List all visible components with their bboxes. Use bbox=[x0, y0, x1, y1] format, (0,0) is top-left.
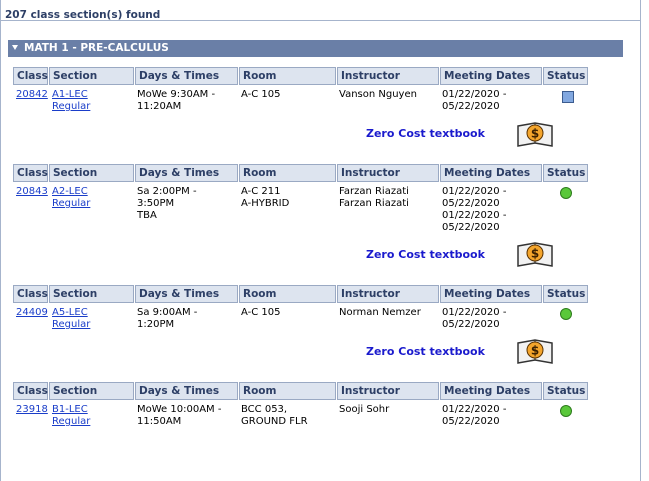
meeting-dates: 01/22/2020 - bbox=[442, 404, 507, 415]
section-header-row: Class Section Days & Times Room Instruct… bbox=[13, 67, 588, 85]
class-section-2: Class Section Days & Times Room Instruct… bbox=[13, 164, 588, 274]
section-header-row: Class Section Days & Times Room Instruct… bbox=[13, 164, 588, 182]
meeting-dates: 05/22/2020 bbox=[442, 101, 500, 112]
days-times: MoWe 10:00AM - bbox=[137, 404, 222, 415]
instructor: Sooji Sohr bbox=[339, 404, 390, 415]
class-number-link[interactable]: 20842 bbox=[16, 89, 48, 101]
class-number-link[interactable]: 23918 bbox=[16, 404, 48, 416]
days-times: 3:50PM bbox=[137, 198, 175, 209]
meeting-dates: 05/22/2020 bbox=[442, 416, 500, 427]
meeting-dates: 05/22/2020 bbox=[442, 319, 500, 330]
header-class: Class bbox=[13, 382, 48, 400]
header-meeting-dates: Meeting Dates bbox=[440, 164, 542, 182]
header-days-times: Days & Times bbox=[135, 67, 238, 85]
header-room: Room bbox=[239, 382, 336, 400]
header-days-times: Days & Times bbox=[135, 164, 238, 182]
instructor: Farzan Riazati bbox=[339, 186, 409, 197]
header-section: Section bbox=[49, 67, 134, 85]
days-times: MoWe 9:30AM - bbox=[137, 89, 216, 100]
section-header-row: Class Section Days & Times Room Instruct… bbox=[13, 285, 588, 303]
room: BCC 053, bbox=[241, 404, 288, 415]
meeting-dates: 01/22/2020 - bbox=[442, 89, 507, 100]
section-type-link[interactable]: Regular bbox=[52, 101, 90, 113]
header-class: Class bbox=[13, 164, 48, 182]
section-header-row: Class Section Days & Times Room Instruct… bbox=[13, 382, 588, 400]
header-room: Room bbox=[239, 67, 336, 85]
days-times: 11:50AM bbox=[137, 416, 182, 427]
svg-text:$: $ bbox=[531, 127, 539, 141]
days-times: Sa 9:00AM - bbox=[137, 307, 198, 318]
header-instructor: Instructor bbox=[337, 164, 439, 182]
status-open-icon bbox=[560, 405, 572, 417]
instructor: Farzan Riazati bbox=[339, 198, 409, 209]
class-section-4: Class Section Days & Times Room Instruct… bbox=[13, 382, 588, 442]
status-open-icon bbox=[560, 308, 572, 320]
header-days-times: Days & Times bbox=[135, 382, 238, 400]
header-section: Section bbox=[49, 382, 134, 400]
zero-cost-label: Zero Cost textbook bbox=[366, 345, 485, 358]
class-number-link[interactable]: 20843 bbox=[16, 186, 48, 198]
room: GROUND FLR bbox=[241, 416, 308, 427]
section-type-link[interactable]: Regular bbox=[52, 416, 90, 428]
meeting-dates: 01/22/2020 - bbox=[442, 186, 507, 197]
days-times: TBA bbox=[137, 210, 157, 221]
days-times: 1:20PM bbox=[137, 319, 175, 330]
room: A-HYBRID bbox=[241, 198, 290, 209]
section-link[interactable]: B1-LEC bbox=[52, 404, 88, 416]
room: A-C 105 bbox=[241, 307, 281, 318]
meeting-dates: 01/22/2020 - bbox=[442, 307, 507, 318]
header-section: Section bbox=[49, 285, 134, 303]
section-type-link[interactable]: Regular bbox=[52, 198, 90, 210]
section-link[interactable]: A5-LEC bbox=[52, 307, 88, 319]
header-meeting-dates: Meeting Dates bbox=[440, 285, 542, 303]
room: A-C 105 bbox=[241, 89, 281, 100]
header-meeting-dates: Meeting Dates bbox=[440, 67, 542, 85]
zero-cost-textbook-icon: $ bbox=[517, 242, 553, 267]
zero-cost-textbook-icon: $ bbox=[517, 122, 553, 147]
course-title-bar[interactable]: MATH 1 - PRE-CALCULUS bbox=[8, 40, 623, 57]
zero-cost-label: Zero Cost textbook bbox=[366, 127, 485, 140]
meeting-dates: 01/22/2020 - bbox=[442, 210, 507, 221]
zero-cost-label: Zero Cost textbook bbox=[366, 248, 485, 261]
meeting-dates: 05/22/2020 bbox=[442, 198, 500, 209]
results-count: 207 class section(s) found bbox=[5, 9, 161, 21]
header-status: Status bbox=[543, 285, 588, 303]
meeting-dates: 05/22/2020 bbox=[442, 222, 500, 233]
collapse-triangle-icon[interactable] bbox=[12, 44, 18, 50]
status-open-icon bbox=[560, 187, 572, 199]
days-times: Sa 2:00PM - bbox=[137, 186, 197, 197]
header-instructor: Instructor bbox=[337, 285, 439, 303]
header-class: Class bbox=[13, 67, 48, 85]
zero-cost-textbook-icon: $ bbox=[517, 339, 553, 364]
section-link[interactable]: A1-LEC bbox=[52, 89, 88, 101]
header-instructor: Instructor bbox=[337, 382, 439, 400]
header-class: Class bbox=[13, 285, 48, 303]
header-room: Room bbox=[239, 164, 336, 182]
section-link[interactable]: A2-LEC bbox=[52, 186, 88, 198]
results-header: 207 class section(s) found bbox=[0, 0, 641, 21]
class-section-1: Class Section Days & Times Room Instruct… bbox=[13, 67, 588, 157]
header-meeting-dates: Meeting Dates bbox=[440, 382, 542, 400]
header-room: Room bbox=[239, 285, 336, 303]
svg-text:$: $ bbox=[531, 247, 539, 261]
header-days-times: Days & Times bbox=[135, 285, 238, 303]
svg-text:$: $ bbox=[531, 344, 539, 358]
days-times: 11:20AM bbox=[137, 101, 182, 112]
instructor: Norman Nemzer bbox=[339, 307, 421, 318]
class-section-3: Class Section Days & Times Room Instruct… bbox=[13, 285, 588, 375]
header-status: Status bbox=[543, 67, 588, 85]
room: A-C 211 bbox=[241, 186, 281, 197]
header-instructor: Instructor bbox=[337, 67, 439, 85]
header-status: Status bbox=[543, 382, 588, 400]
instructor: Vanson Nguyen bbox=[339, 89, 417, 100]
header-status: Status bbox=[543, 164, 588, 182]
header-section: Section bbox=[49, 164, 134, 182]
status-closed-icon bbox=[562, 91, 574, 103]
section-type-link[interactable]: Regular bbox=[52, 319, 90, 331]
class-number-link[interactable]: 24409 bbox=[16, 307, 48, 319]
course-title: MATH 1 - PRE-CALCULUS bbox=[24, 42, 169, 54]
